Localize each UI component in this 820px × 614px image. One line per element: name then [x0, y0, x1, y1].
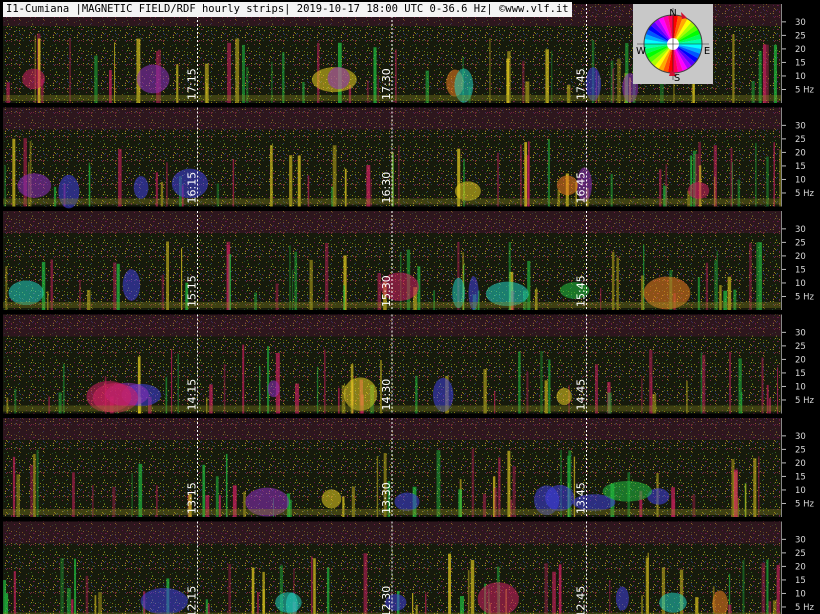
y-tick-label: 10	[795, 486, 806, 496]
spectrogram-chart: 17:15 17:30 17:4530252015105 Hz16:15 16:30 1…	[3, 4, 815, 614]
time-label: 15:45	[575, 275, 588, 307]
y-tick-label: 30	[795, 121, 806, 131]
y-tick-label: 25	[795, 342, 806, 352]
y-tick-label: 20	[795, 355, 806, 365]
y-tick-label: 20	[795, 459, 806, 469]
rdf-compass-rose: N E S W	[633, 4, 713, 84]
time-label: 16:45	[575, 172, 588, 204]
compass-s: S	[674, 73, 680, 84]
y-tick-label: 25	[795, 238, 806, 248]
time-label: 12:30	[380, 586, 393, 614]
y-tick-label: 30	[795, 328, 806, 338]
compass-e: E	[704, 46, 710, 57]
y-tick-label: 5 Hz	[795, 85, 815, 95]
y-tick-label: 15	[795, 265, 806, 275]
y-tick-label: 20	[795, 252, 806, 262]
y-tick-label: 20	[795, 562, 806, 572]
y-tick-label: 5 Hz	[795, 499, 815, 509]
y-tick-label: 15	[795, 369, 806, 379]
y-tick-label: 25	[795, 549, 806, 559]
y-tick-label: 30	[795, 18, 806, 28]
y-tick-label: 5 Hz	[795, 603, 815, 613]
time-label: 12:45	[575, 586, 588, 614]
y-tick-label: 10	[795, 589, 806, 599]
compass-n: N	[669, 8, 676, 19]
time-label: 12:15	[186, 586, 199, 614]
y-tick-label: 30	[795, 225, 806, 235]
strip-hour-12: 12:15 12:30 12:45 30 25 20 15 10 5 Hz	[3, 521, 815, 614]
compass-w: W	[636, 46, 646, 57]
y-tick-label: 5 Hz	[795, 292, 815, 302]
time-label: 13:45	[575, 482, 588, 514]
strip-hour-15: 15:15 15:30 15:45 30 25 20 15 10 5 Hz	[3, 211, 815, 310]
time-label: 17:45	[575, 68, 588, 100]
y-tick-label: 10	[795, 279, 806, 289]
y-tick-label: 25	[795, 445, 806, 455]
y-tick-label: 10	[795, 175, 806, 185]
y-tick-label: 15	[795, 162, 806, 172]
time-label: 16:30	[380, 172, 393, 204]
chart-title: I1-Cumiana |MAGNETIC FIELD/RDF hourly st…	[3, 2, 572, 17]
y-tick-label: 10	[795, 382, 806, 392]
time-label: 17:30	[380, 68, 393, 100]
y-tick-label: 25	[795, 135, 806, 145]
time-label: 15:15	[186, 275, 199, 307]
time-label: 14:30	[380, 379, 393, 411]
y-tick-label: 10	[795, 72, 806, 82]
strip-hour-14: 14:15 14:30 14:45 30 25 20 15 10 5 Hz	[3, 314, 815, 414]
y-tick-label: 20	[795, 148, 806, 158]
y-tick-label: 25	[795, 31, 806, 41]
strip-hour-13: 13:15 13:30 13:45 30 25 20 15 10 5 Hz	[3, 418, 815, 517]
y-tick-label: 15	[795, 472, 806, 482]
y-tick-label: 5 Hz	[795, 189, 815, 199]
time-label: 13:30	[380, 482, 393, 514]
strip-hour-16: 16:15 16:30 16:45 30 25 20 15 10 5 Hz	[3, 107, 815, 209]
time-label: 16:15	[186, 172, 199, 204]
y-tick-label: 15	[795, 58, 806, 68]
time-label: 13:15	[186, 482, 199, 514]
y-tick-label: 5 Hz	[795, 396, 815, 406]
time-label: 17:15	[186, 68, 199, 100]
time-label: 15:30	[380, 275, 393, 307]
y-tick-label: 15	[795, 576, 806, 586]
y-tick-label: 20	[795, 45, 806, 55]
y-tick-label: 30	[795, 432, 806, 442]
time-label: 14:15	[186, 379, 199, 411]
time-label: 14:45	[575, 379, 588, 411]
y-tick-label: 30	[795, 535, 806, 545]
